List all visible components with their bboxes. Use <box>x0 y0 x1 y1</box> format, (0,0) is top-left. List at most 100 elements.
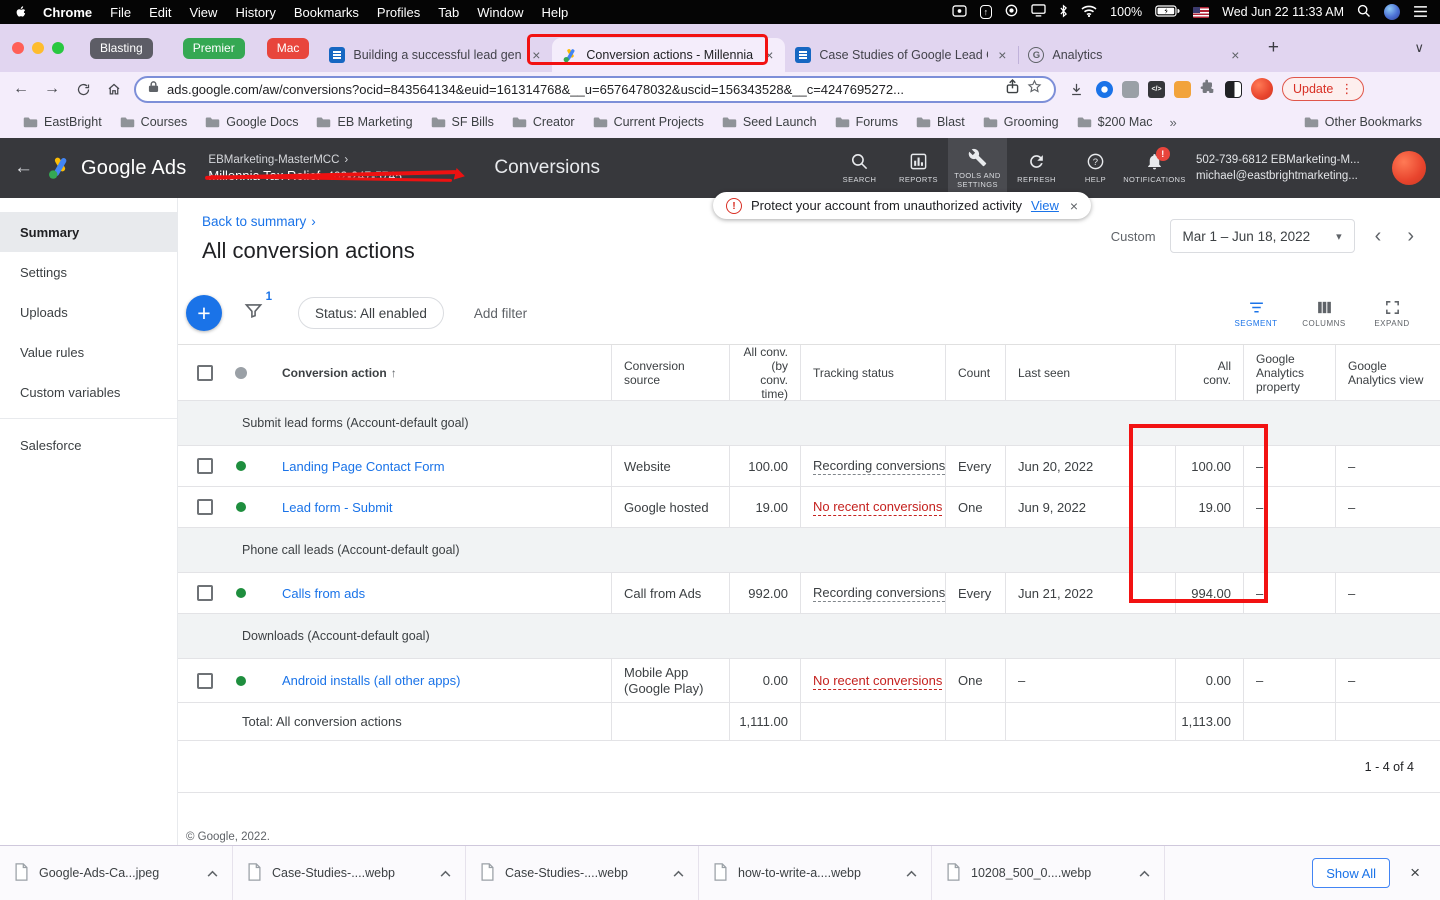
date-range-picker[interactable]: Mar 1 – Jun 18, 2022 ▾ <box>1169 219 1355 253</box>
nav-search[interactable]: SEARCH <box>830 138 889 198</box>
tab-conversion-actions[interactable]: Conversion actions - Millennia × <box>552 38 786 72</box>
menubar-clock[interactable]: Wed Jun 22 11:33 AM <box>1222 5 1344 19</box>
sidebar-item-summary[interactable]: Summary <box>0 212 177 252</box>
browser-menu-dots-icon[interactable]: ⋮ <box>1340 81 1353 97</box>
tab-close-icon[interactable]: × <box>996 47 1008 63</box>
menu-bookmarks[interactable]: Bookmarks <box>285 5 368 20</box>
banner-close-icon[interactable]: × <box>1070 198 1078 214</box>
nav-refresh[interactable]: REFRESH <box>1007 138 1066 198</box>
download-item[interactable]: Google-Ads-Ca...jpeg <box>0 846 233 900</box>
share-icon[interactable] <box>1006 79 1019 99</box>
menu-history[interactable]: History <box>226 5 284 20</box>
menu-tab[interactable]: Tab <box>429 5 468 20</box>
nav-tools-and-settings[interactable]: TOOLS AND SETTINGS <box>948 138 1007 198</box>
menu-view[interactable]: View <box>180 5 226 20</box>
bluetooth-icon[interactable] <box>1059 3 1068 21</box>
columns-button[interactable]: COLUMNS <box>1294 299 1354 328</box>
col-ga-view[interactable]: Google Analytics view <box>1335 345 1440 401</box>
segment-button[interactable]: SEGMENT <box>1226 299 1286 328</box>
bookmark-folder-creator[interactable]: Creator <box>503 112 584 132</box>
status-filter-chip[interactable]: Status: All enabled <box>298 297 444 329</box>
download-menu-caret-icon[interactable] <box>906 866 917 880</box>
conversion-action-link[interactable]: Landing Page Contact Form <box>282 459 445 474</box>
tab-close-icon[interactable]: × <box>530 47 542 63</box>
ads-back-button[interactable]: ← <box>14 157 48 179</box>
row-checkbox[interactable] <box>197 672 213 689</box>
close-window-button[interactable] <box>12 42 24 54</box>
show-all-downloads-button[interactable]: Show All <box>1312 858 1391 888</box>
download-menu-caret-icon[interactable] <box>440 866 451 880</box>
bookmark-folder-grooming[interactable]: Grooming <box>974 112 1068 132</box>
download-item[interactable]: Case-Studies-....webp <box>466 846 699 900</box>
bookmark-folder-seed-launch[interactable]: Seed Launch <box>713 112 826 132</box>
col-count[interactable]: Count <box>945 345 1005 401</box>
url-text[interactable]: ads.google.com/aw/conversions?ocid=84356… <box>167 82 998 97</box>
menu-chrome[interactable]: Chrome <box>34 5 101 20</box>
tab-search-chevron-icon[interactable]: ∨ <box>1414 40 1424 56</box>
row-checkbox[interactable] <box>197 585 213 601</box>
col-ga-property[interactable]: Google Analytics property <box>1243 345 1335 401</box>
date-prev-button[interactable]: ‹ <box>1369 225 1388 248</box>
record-icon[interactable] <box>1005 4 1018 20</box>
col-tracking-status[interactable]: Tracking status <box>800 345 945 401</box>
update-button[interactable]: Update ⋮ <box>1282 77 1365 101</box>
date-next-button[interactable]: › <box>1401 225 1420 248</box>
menu-profiles[interactable]: Profiles <box>368 5 429 20</box>
col-all-conv[interactable]: All conv. <box>1175 345 1243 401</box>
bookmarks-overflow-icon[interactable]: » <box>1162 115 1185 130</box>
side-panel-icon[interactable] <box>1225 80 1242 98</box>
bookmark-star-icon[interactable] <box>1027 79 1042 99</box>
downloads-icon[interactable] <box>1065 82 1087 97</box>
nav-notifications[interactable]: NOTIFICATIONS ! <box>1123 138 1185 198</box>
extension-blue-icon[interactable] <box>1096 80 1113 98</box>
sidebar-item-settings[interactable]: Settings <box>0 252 177 292</box>
bookmark-folder-blast[interactable]: Blast <box>907 112 974 132</box>
col-conversion-action[interactable]: Conversion action ↑ <box>264 345 611 401</box>
apple-menu-icon[interactable] <box>12 4 34 20</box>
download-item[interactable]: Case-Studies-....webp <box>233 846 466 900</box>
mcc-account-name[interactable]: EBMarketing-MasterMCC <box>208 153 339 168</box>
reload-button[interactable] <box>72 82 94 97</box>
col-all-conv-time[interactable]: All conv. (by conv. time) <box>729 345 800 401</box>
profile-avatar[interactable] <box>1251 78 1273 100</box>
download-item[interactable]: how-to-write-a....webp <box>699 846 932 900</box>
tab-case-studies[interactable]: Case Studies of Google Lead G × <box>785 38 1018 72</box>
keyboard-layout-flag-icon[interactable] <box>1193 6 1210 18</box>
expand-button[interactable]: EXPAND <box>1362 299 1422 328</box>
tab-close-icon[interactable]: × <box>1229 47 1241 63</box>
sidebar-item-uploads[interactable]: Uploads <box>0 292 177 332</box>
bookmark-folder-200-mac[interactable]: $200 Mac <box>1068 112 1162 132</box>
download-item[interactable]: 10208_500_0....webp <box>932 846 1165 900</box>
google-ads-logo[interactable]: Google Ads <box>48 156 186 180</box>
devtools-extension-icon[interactable]: </> <box>1148 80 1165 98</box>
add-filter-button[interactable]: Add filter <box>474 306 527 321</box>
bookmark-folder-sf-bills[interactable]: SF Bills <box>422 112 503 132</box>
add-conversion-button[interactable]: + <box>186 295 222 331</box>
tab-close-icon[interactable]: × <box>763 47 775 63</box>
bookmark-folder-eastbright[interactable]: EastBright <box>14 112 111 132</box>
download-menu-caret-icon[interactable] <box>673 866 684 880</box>
home-button[interactable] <box>103 82 125 97</box>
up-app-icon[interactable]: ↑ <box>979 5 993 19</box>
tab-analytics[interactable]: G Analytics × <box>1018 38 1251 72</box>
spotlight-search-icon[interactable] <box>1357 4 1371 21</box>
address-bar[interactable]: ads.google.com/aw/conversions?ocid=84356… <box>134 75 1056 103</box>
sidebar-item-value-rules[interactable]: Value rules <box>0 332 177 372</box>
tab-group-premier[interactable]: Premier <box>182 37 245 59</box>
other-bookmarks[interactable]: Other Bookmarks <box>1295 112 1426 132</box>
back-to-summary-link[interactable]: Back to summary › <box>202 214 316 229</box>
bookmark-folder-current-projects[interactable]: Current Projects <box>584 112 713 132</box>
conversion-action-link[interactable]: Lead form - Submit <box>282 500 393 515</box>
minimize-window-button[interactable] <box>32 42 44 54</box>
row-checkbox[interactable] <box>197 458 213 474</box>
forward-button[interactable]: → <box>41 80 63 98</box>
tracking-status-text[interactable]: No recent conversions <box>813 672 943 690</box>
menu-list-icon[interactable] <box>1413 5 1428 20</box>
display-icon[interactable] <box>1031 4 1046 20</box>
wifi-icon[interactable] <box>1081 5 1097 20</box>
extension-gray-icon[interactable] <box>1122 80 1139 98</box>
puzzle-extensions-icon[interactable] <box>1200 79 1216 100</box>
bookmark-folder-forums[interactable]: Forums <box>826 112 907 132</box>
extension-orange-icon[interactable] <box>1174 80 1191 98</box>
bookmark-folder-courses[interactable]: Courses <box>111 112 197 132</box>
